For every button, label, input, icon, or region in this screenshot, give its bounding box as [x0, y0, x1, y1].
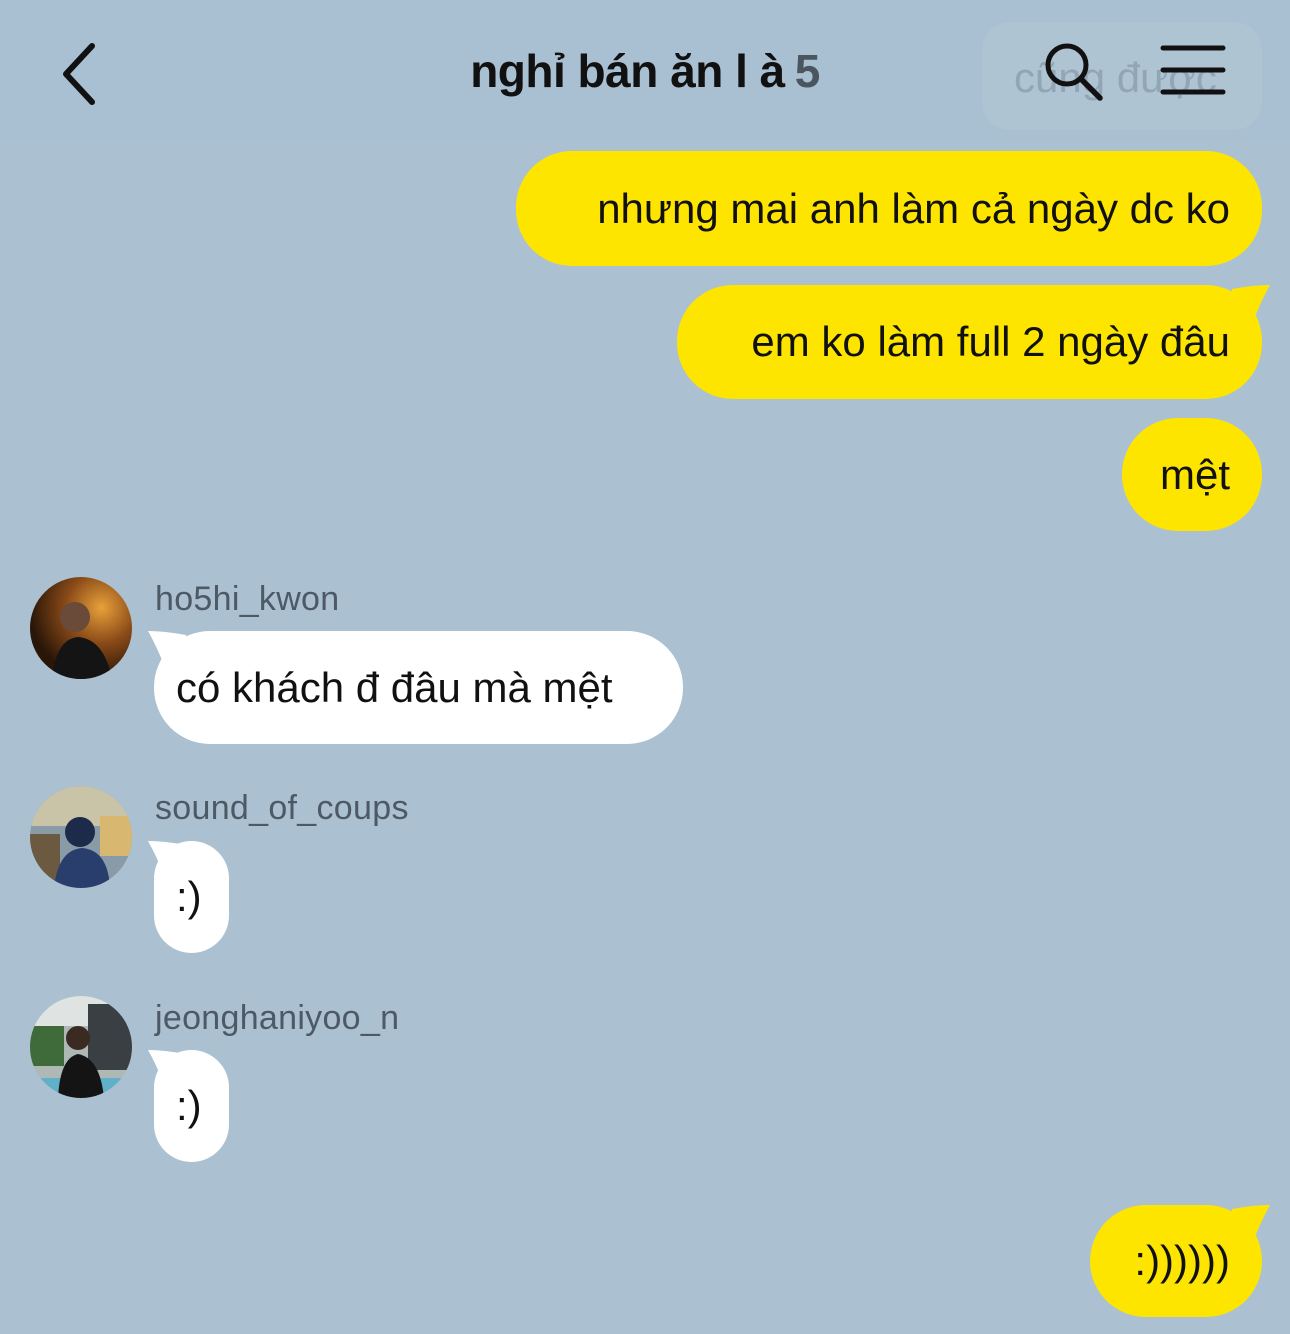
message-text: em ko làm full 2 ngày đâu [751, 318, 1230, 365]
menu-button[interactable] [1160, 42, 1226, 98]
received-message-bubble[interactable]: :) [154, 1050, 229, 1162]
message-text: :) [176, 1082, 202, 1129]
my-message-bubble[interactable]: mệt [1122, 418, 1262, 531]
sender-username: sound_of_coups [155, 789, 409, 827]
search-icon [1045, 43, 1103, 101]
avatar[interactable] [30, 786, 132, 888]
avatar[interactable] [30, 577, 132, 679]
received-message-bubble[interactable]: :) [154, 841, 229, 953]
message-text: :) [176, 873, 202, 920]
message-text: :)))))) [1134, 1237, 1230, 1284]
profile-photo [30, 786, 132, 888]
message-text: nhưng mai anh làm cả ngày dc ko [597, 184, 1230, 232]
my-message-bubble[interactable]: em ko làm full 2 ngày đâu [677, 285, 1262, 399]
chat-header: cũng được nghỉ bán ăn l à5 [0, 0, 1290, 140]
search-button[interactable] [1040, 38, 1106, 104]
profile-photo [30, 996, 132, 1098]
member-count: 5 [794, 45, 821, 97]
profile-photo [30, 577, 132, 679]
message-text: có khách đ đâu mà mệt [176, 663, 613, 711]
hamburger-menu-icon [1160, 45, 1226, 95]
sender-username: ho5hi_kwon [155, 580, 340, 618]
sender-username: jeonghaniyoo_n [155, 999, 400, 1037]
message-text: mệt [1159, 450, 1230, 498]
avatar[interactable] [30, 996, 132, 1098]
chat-title-text: nghỉ bán ăn l à [470, 45, 785, 97]
received-message-bubble[interactable]: có khách đ đâu mà mệt [154, 631, 683, 744]
my-message-bubble[interactable]: nhưng mai anh làm cả ngày dc ko [516, 151, 1262, 266]
my-message-bubble[interactable]: :)))))) [1090, 1205, 1262, 1317]
